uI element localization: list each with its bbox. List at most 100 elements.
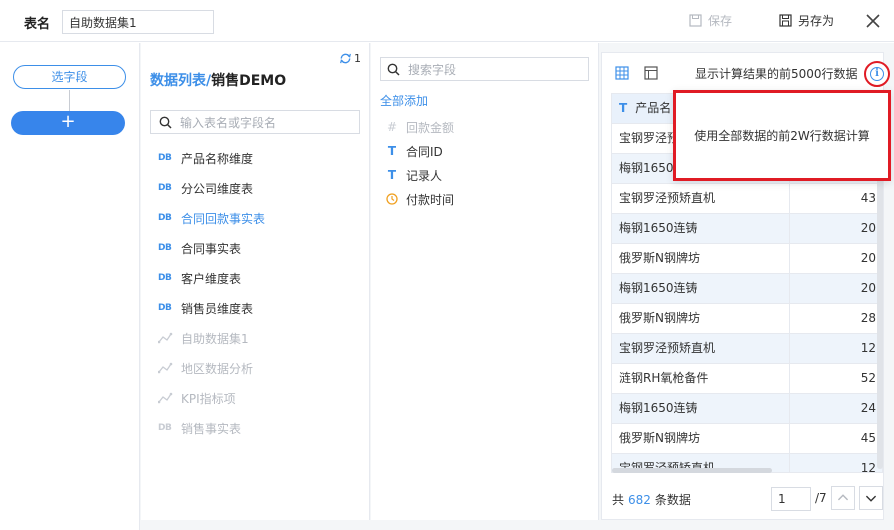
- table-item-label: 产品名称维度: [181, 151, 254, 166]
- number-field-icon: #: [386, 120, 398, 134]
- field-item[interactable]: 付款时间: [371, 187, 599, 211]
- table-cell: 俄罗斯N钢牌坊: [612, 424, 790, 453]
- db-icon: DB: [158, 273, 172, 283]
- data-list-panel: 数据列表/销售DEMO 1 输入表名或字段名 DB 产品名称维度 DB 分公司维度表…: [141, 43, 370, 520]
- table-view-icon[interactable]: [644, 66, 658, 80]
- row-count-prefix: 共: [612, 493, 625, 507]
- table-item[interactable]: DB 合同事实表: [141, 233, 370, 263]
- search-icon: [159, 116, 172, 129]
- table-item[interactable]: DB 客户维度表: [141, 263, 370, 293]
- select-field-step[interactable]: 选字段: [13, 65, 126, 89]
- text-field-icon: T: [387, 144, 397, 158]
- table-row: 涟钢RH氧枪备件 52: [612, 364, 882, 394]
- table-item[interactable]: 地区数据分析: [141, 353, 370, 383]
- refresh-button[interactable]: 1: [339, 52, 361, 65]
- table-cell: 20: [860, 281, 876, 295]
- date-field-icon: [386, 193, 398, 205]
- db-icon: DB: [158, 183, 172, 193]
- table-cell: 宝钢罗泾预矫直机: [612, 184, 790, 213]
- data-list-title-suffix: 销售DEMO: [211, 73, 287, 89]
- field-label: 合同ID: [406, 144, 443, 159]
- table-cell: 12: [860, 341, 876, 355]
- refresh-icon: [340, 53, 351, 64]
- table-item-label: 合同回款事实表: [181, 211, 266, 226]
- field-search-placeholder: 搜索字段: [408, 62, 457, 77]
- grid-view-icon[interactable]: [615, 66, 629, 80]
- table-row: 梅钢1650连铸 20: [612, 214, 882, 244]
- info-icon: i: [870, 67, 884, 81]
- header-bar: 表名 保存 另存为: [0, 0, 894, 42]
- close-icon[interactable]: [864, 12, 882, 30]
- dataset-icon: [158, 332, 173, 344]
- table-row: 宝钢罗泾预矫直机 12: [612, 334, 882, 364]
- table-item-label: KPI指标项: [181, 391, 236, 406]
- db-icon: DB: [158, 153, 172, 163]
- info-tooltip: 使用全部数据的前2W行数据计算: [673, 90, 891, 181]
- save-as-icon: [779, 14, 792, 27]
- table-item[interactable]: 自助数据集1: [141, 323, 370, 353]
- page-number-input[interactable]: 1: [771, 487, 811, 511]
- column-header-label: 产品名: [635, 101, 672, 115]
- table-cell: 宝钢罗泾预矫直机: [612, 334, 790, 363]
- add-step-button[interactable]: +: [11, 111, 125, 135]
- table-item-label: 合同事实表: [181, 241, 242, 256]
- add-all-link[interactable]: 全部添加: [380, 92, 428, 109]
- table-row: 宝钢罗泾预矫直机 43: [612, 184, 882, 214]
- save-icon: [689, 14, 702, 27]
- table-cell: 梅钢1650连铸: [612, 274, 790, 303]
- table-name-input[interactable]: [62, 10, 214, 34]
- table-cell: 俄罗斯N钢牌坊: [612, 304, 790, 333]
- table-cell: 20: [860, 251, 876, 265]
- row-count-suffix: 条数据: [654, 493, 691, 507]
- page-up-button[interactable]: [831, 486, 855, 510]
- table-cell: 12: [860, 461, 876, 473]
- text-field-icon: T: [387, 168, 397, 182]
- preview-note: 显示计算结果的前5000行数据: [695, 67, 858, 81]
- table-item-selected[interactable]: DB 合同回款事实表: [141, 203, 370, 233]
- row-count-value: 682: [628, 493, 651, 507]
- table-cell: 24: [860, 401, 876, 415]
- table-item[interactable]: DB 分公司维度表: [141, 173, 370, 203]
- db-icon: DB: [158, 213, 172, 223]
- field-item[interactable]: # 回款金额: [371, 115, 599, 139]
- table-item-label: 自助数据集1: [181, 331, 249, 346]
- table-search-placeholder: 输入表名或字段名: [180, 115, 277, 130]
- table-row: 俄罗斯N钢牌坊 20: [612, 244, 882, 274]
- field-item[interactable]: T 合同ID: [371, 139, 599, 163]
- save-as-button[interactable]: 另存为: [779, 12, 834, 29]
- table-cell: 52: [860, 371, 876, 385]
- table-search-input[interactable]: 输入表名或字段名: [150, 110, 360, 134]
- table-cell: 俄罗斯N钢牌坊: [612, 244, 790, 273]
- table-row: 梅钢1650连铸 24: [612, 394, 882, 424]
- field-label: 记录人: [406, 168, 443, 183]
- horizontal-scrollbar[interactable]: [612, 468, 772, 473]
- table-item[interactable]: DB 产品名称维度: [141, 143, 370, 173]
- table-item[interactable]: DB 销售员维度表: [141, 293, 370, 323]
- table-name-label: 表名: [24, 17, 51, 32]
- save-label: 保存: [708, 14, 733, 28]
- field-search-input[interactable]: 搜索字段: [380, 57, 589, 81]
- page-down-button[interactable]: [859, 486, 883, 510]
- data-list-title: 数据列表/销售DEMO: [150, 70, 286, 90]
- field-item[interactable]: T 记录人: [371, 163, 599, 187]
- info-button[interactable]: i: [864, 61, 890, 87]
- dataset-icon: [158, 362, 173, 374]
- table-item[interactable]: DB 销售事实表: [141, 413, 370, 443]
- dataset-icon: [158, 392, 173, 404]
- data-list-title-prefix[interactable]: 数据列表/: [150, 73, 211, 89]
- table-cell: 梅钢1650连铸: [612, 394, 790, 423]
- table-item-label: 销售事实表: [181, 421, 242, 436]
- table-cell: 梅钢1650连铸: [612, 214, 790, 243]
- field-label: 付款时间: [406, 192, 455, 207]
- table-item[interactable]: KPI指标项: [141, 383, 370, 413]
- db-icon: DB: [158, 303, 172, 313]
- table-item-label: 销售员维度表: [181, 301, 254, 316]
- table-list: DB 产品名称维度 DB 分公司维度表 DB 合同回款事实表 DB 合同事实表 DB 客户…: [141, 143, 370, 443]
- text-type-icon: T: [619, 101, 628, 115]
- fields-panel: 搜索字段 全部添加 # 回款金额 T 合同ID T 记录人 付款时间: [371, 43, 599, 520]
- db-icon: DB: [158, 243, 172, 253]
- save-button[interactable]: 保存: [689, 12, 732, 29]
- table-item-label: 地区数据分析: [181, 361, 254, 376]
- field-label: 回款金额: [406, 120, 455, 135]
- save-as-label: 另存为: [798, 14, 835, 28]
